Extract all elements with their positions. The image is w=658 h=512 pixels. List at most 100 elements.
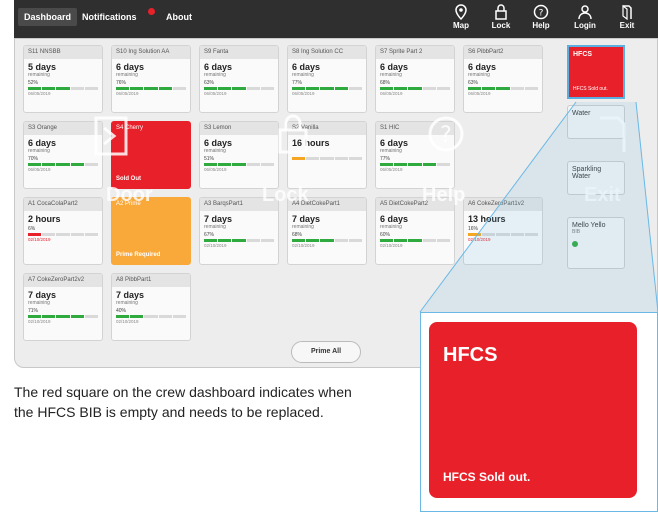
exit-label: Exit (619, 21, 635, 30)
map-button[interactable]: Map (444, 4, 478, 30)
bib-card-remaining: 6 days (204, 138, 233, 148)
bib-level-segment (334, 157, 348, 160)
login-label: Login (574, 21, 596, 30)
bib-level-segment (320, 239, 334, 242)
bib-card-date: 02/10/2019 (28, 319, 51, 324)
bib-level-segment (260, 239, 275, 242)
bib-card-percent: 71% (28, 308, 39, 314)
bib-card[interactable]: A8 PibbPart1 7 days remaining 40% 02/10/2019 (111, 273, 191, 341)
bib-card[interactable]: A2 Prime Prime Required (111, 197, 191, 265)
login-button[interactable]: Login (568, 4, 602, 30)
bib-card[interactable]: A4 DietCokePart1 7 days remaining 68% 02/10/… (287, 197, 367, 265)
bib-card-date: 02/10/2019 (116, 319, 139, 324)
bib-level-segment (42, 163, 56, 166)
bib-card[interactable]: A5 DietCokePart2 6 days remaining 60% 02/10/… (375, 197, 455, 265)
bib-level-segment (422, 163, 436, 166)
bib-level-segment (172, 315, 187, 318)
bib-card[interactable]: S3 Orange 6 days remaining 70% 06/05/2019 (23, 121, 103, 189)
bib-card-date: 02/10/2019 (292, 243, 315, 248)
bib-level-segment (334, 87, 348, 90)
bib-level-segment (436, 239, 451, 242)
help-icon: ? (533, 4, 549, 20)
tab-dashboard[interactable]: Dashboard (18, 8, 78, 26)
bib-level-segment (218, 87, 232, 90)
bib-level-segment (56, 233, 70, 236)
bib-card-date: 06/05/2019 (380, 167, 403, 172)
exit-button[interactable]: Exit (610, 4, 644, 30)
bib-card-title: S10 Ing Solution AA (112, 46, 190, 59)
bib-card-date: 06/05/2019 (204, 91, 227, 96)
bib-card-remaining: 7 days (116, 290, 145, 300)
help-overlay-icon: ? (428, 116, 464, 152)
prime-all-button[interactable]: Prime All (291, 341, 361, 363)
bib-level-segment (394, 87, 408, 90)
bib-card-remaining: 6 days (28, 138, 57, 148)
bib-level-segment (70, 315, 84, 318)
bib-level-bar (204, 239, 275, 242)
bib-card[interactable]: S10 Ing Solution AA 6 days remaining 76% 06/… (111, 45, 191, 113)
hfcs-card-status: HFCS Sold out. (573, 86, 608, 92)
bib-level-bar (204, 163, 275, 166)
help-button[interactable]: ? Help (524, 4, 558, 30)
bib-card-title: A6 CokeZeroPart1v2 (464, 198, 542, 211)
bib-card[interactable]: S7 Sprite Part 26 days remaining 68% 06/05/… (375, 45, 455, 113)
bib-level-bar (28, 87, 99, 90)
mello-sub: BIB (572, 229, 581, 235)
bib-card-date: 06/05/2019 (28, 167, 51, 172)
bib-card-title: A8 PibbPart1 (112, 274, 190, 287)
bib-level-segment (348, 239, 363, 242)
bib-level-segment (130, 87, 144, 90)
tab-about[interactable]: About (166, 12, 192, 22)
bib-level-segment (482, 87, 496, 90)
bib-card-percent: 63% (468, 80, 479, 86)
bib-card-date: 06/05/2019 (28, 91, 51, 96)
bib-level-segment (70, 163, 84, 166)
bib-card-date: 06/05/2019 (468, 91, 491, 96)
bib-level-segment (204, 163, 218, 166)
bib-card[interactable]: A6 CokeZeroPart1v2 13 hours 16% 02/10/2019 (463, 197, 543, 265)
bib-card[interactable]: S6 PibbPart2 6 days remaining 63% 06/05/2019 (463, 45, 543, 113)
bib-card-remaining: 6 days (468, 62, 497, 72)
bib-level-segment (408, 163, 422, 166)
exit-overlay-icon (600, 116, 626, 152)
bib-level-segment (468, 87, 482, 90)
bib-card[interactable]: A1 CocaColaPart2 2 hours 6% 02/10/2019 (23, 197, 103, 265)
bib-level-segment (422, 239, 436, 242)
zoom-status: HFCS Sold out. (443, 470, 531, 484)
bib-card-remaining: 7 days (292, 214, 321, 224)
bib-card[interactable]: A3 BarqsPart1 7 days remaining 67% 02/10/201… (199, 197, 279, 265)
bib-level-segment (28, 87, 42, 90)
overlay-door-label: Door (106, 184, 153, 206)
overlay-exit-label: Exit (584, 184, 621, 206)
bib-level-segment (468, 233, 482, 236)
bib-level-segment (218, 163, 232, 166)
bib-level-segment (84, 315, 99, 318)
tab-notifications[interactable]: Notifications (82, 12, 137, 22)
bib-level-bar (204, 87, 275, 90)
bib-level-segment (218, 239, 232, 242)
bib-level-segment (292, 87, 306, 90)
caption-text: The red square on the crew dashboard ind… (14, 384, 352, 420)
bib-level-segment (320, 87, 334, 90)
lock-button[interactable]: Lock (484, 4, 518, 30)
bib-card[interactable]: S11 NNSBB 5 days remaining 52% 06/05/2019 (23, 45, 103, 113)
bib-card[interactable]: S9 Fanta 6 days remaining 63% 06/05/2019 (199, 45, 279, 113)
bib-card-status: Sold Out (116, 176, 141, 182)
bib-card[interactable]: S8 Ing Solution CC 6 days remaining 77% 06/0… (287, 45, 367, 113)
bib-level-segment (380, 163, 394, 166)
bib-card[interactable]: A7 CokeZeroPart2v2 7 days remaining 71% 02/1… (23, 273, 103, 341)
bib-level-segment (172, 87, 187, 90)
bib-level-segment (246, 87, 260, 90)
svg-text:?: ? (440, 123, 452, 148)
bib-level-segment (246, 239, 260, 242)
bib-level-segment (232, 87, 246, 90)
hfcs-card[interactable]: HFCS HFCS Sold out. (567, 45, 625, 99)
bib-card-title: A7 CokeZeroPart2v2 (24, 274, 102, 287)
bib-card-title: S11 NNSBB (24, 46, 102, 59)
bib-card-percent: 6% (28, 226, 36, 232)
mello-yello-card[interactable]: Mello Yello BIB (567, 217, 625, 269)
bib-level-segment (56, 87, 70, 90)
bib-level-segment (232, 163, 246, 166)
bib-level-bar (292, 87, 363, 90)
bib-card[interactable]: S3 Lemon 6 days remaining 51% 06/05/2019 (199, 121, 279, 189)
